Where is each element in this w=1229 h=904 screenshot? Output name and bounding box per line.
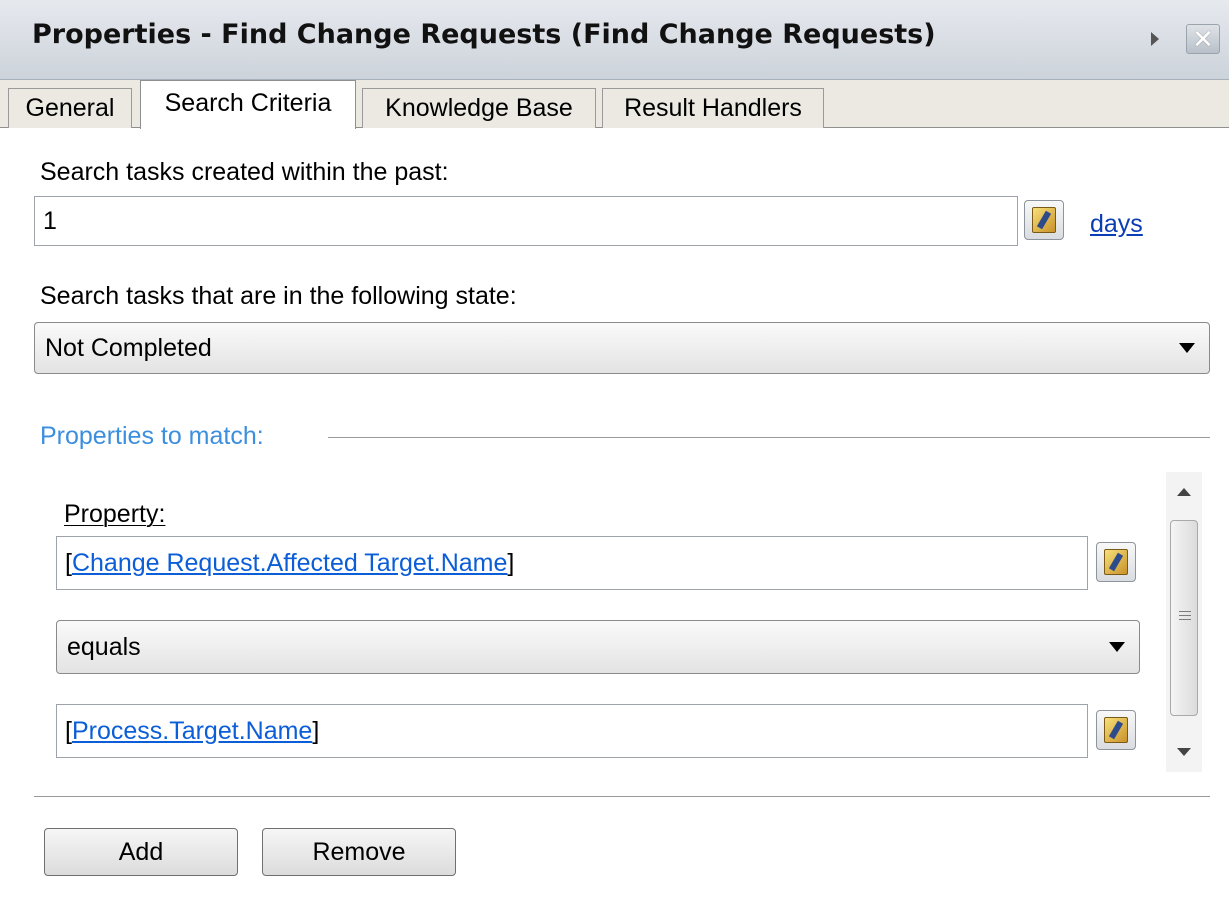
pick-value-icon — [1104, 717, 1128, 743]
properties-to-match-label: Properties to match: — [40, 422, 264, 450]
compare-open-bracket: [ — [65, 716, 72, 745]
operator-selected-value: equals — [67, 632, 141, 661]
tab-result-handlers[interactable]: Result Handlers — [602, 88, 824, 128]
compare-value-input[interactable]: [Process.Target.Name] — [56, 704, 1088, 758]
state-label: Search tasks that are in the following s… — [40, 282, 517, 310]
state-select[interactable]: Not Completed — [34, 322, 1210, 374]
properties-scrollbar[interactable] — [1166, 472, 1202, 772]
created-within-picker-button[interactable] — [1024, 200, 1064, 240]
state-selected-value: Not Completed — [45, 333, 212, 362]
buttons-divider — [34, 796, 1210, 797]
tab-general[interactable]: General — [8, 88, 132, 128]
title-bar: Properties - Find Change Requests (Find … — [0, 0, 1229, 80]
close-icon: ✕ — [1192, 24, 1214, 54]
tab-strip: General Search Criteria Knowledge Base R… — [0, 80, 1229, 129]
window-title: Properties - Find Change Requests (Find … — [32, 19, 936, 50]
chevron-down-icon — [1109, 642, 1125, 652]
property-input[interactable]: [Change Request.Affected Target.Name] — [56, 536, 1088, 590]
tab-knowledge-base[interactable]: Knowledge Base — [362, 88, 596, 128]
created-within-input[interactable]: 1 — [34, 196, 1018, 246]
panel-menu-button[interactable] — [1140, 24, 1170, 54]
pick-value-icon — [1104, 549, 1128, 575]
days-link[interactable]: days — [1090, 210, 1143, 239]
chevron-down-icon — [1179, 343, 1195, 353]
remove-button[interactable]: Remove — [262, 828, 456, 876]
property-label: Property: — [64, 500, 166, 528]
pick-value-icon — [1032, 207, 1056, 233]
compare-value-picker-button[interactable] — [1096, 710, 1136, 750]
property-open-bracket: [ — [65, 548, 72, 577]
property-close-bracket: ] — [507, 548, 515, 577]
operator-select[interactable]: equals — [56, 620, 1140, 674]
property-picker-button[interactable] — [1096, 542, 1136, 582]
compare-value-link[interactable]: Process.Target.Name — [72, 717, 312, 746]
grip-icon — [1179, 611, 1191, 623]
scroll-thumb[interactable] — [1170, 520, 1198, 716]
add-button[interactable]: Add — [44, 828, 238, 876]
property-value-link[interactable]: Change Request.Affected Target.Name — [72, 549, 507, 578]
scroll-down-icon[interactable] — [1177, 748, 1191, 756]
scroll-up-icon[interactable] — [1177, 488, 1191, 496]
created-within-value: 1 — [43, 206, 57, 235]
group-divider — [328, 437, 1210, 438]
created-within-label: Search tasks created within the past: — [40, 158, 449, 186]
triangle-right-icon — [1151, 32, 1159, 46]
compare-close-bracket: ] — [312, 716, 320, 745]
close-button[interactable]: ✕ — [1186, 24, 1220, 54]
tab-search-criteria[interactable]: Search Criteria — [140, 80, 356, 129]
